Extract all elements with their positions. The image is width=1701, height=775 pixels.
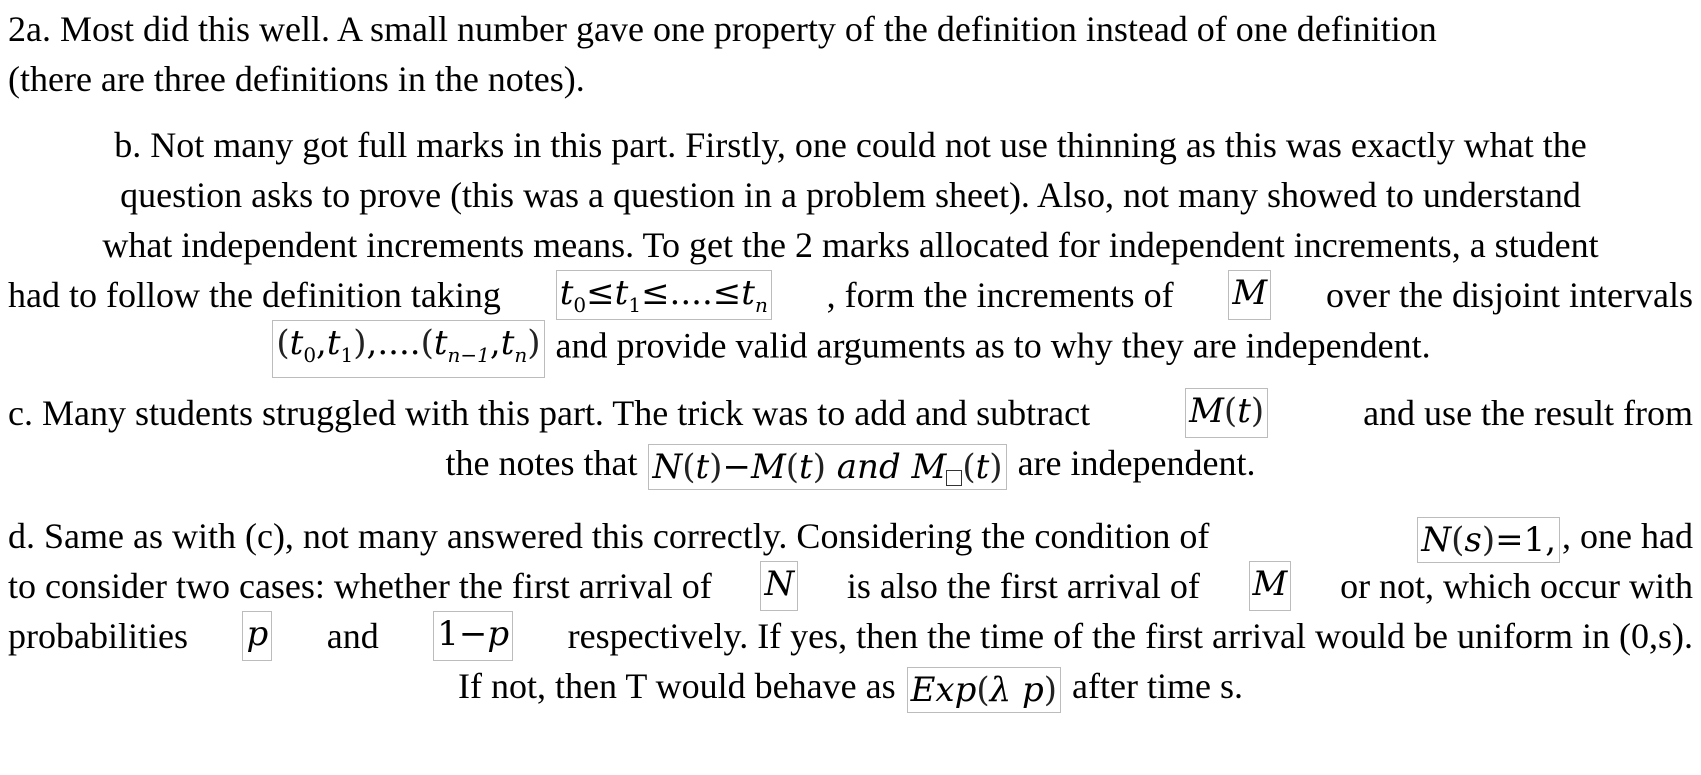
paragraph-2a-line-2: (there are three definitions in the note…: [8, 59, 585, 99]
paragraph-d-line-2-text-a: to consider two cases: whether the first…: [8, 566, 712, 606]
paragraph-d-line-2: to consider two cases: whether the first…: [0, 561, 1701, 611]
paragraph-d-line-4: If not, then T would behave as Exp(λ p) …: [0, 661, 1701, 713]
paragraph-d-line-3-text-c: respectively. If yes, then the time of t…: [567, 616, 1693, 656]
paragraph-d-line-3-text-a: probabilities: [8, 616, 188, 656]
paragraph-c-line-1-text-b: and use the result from: [1363, 393, 1693, 433]
paragraph-d-line-3-text-b: and: [326, 616, 379, 656]
paragraph-b: b. Not many got full marks in this part.…: [0, 120, 1701, 378]
paragraph-d-line-3: probabilities p and 1−p respectively. If…: [0, 611, 1701, 661]
paragraph-d-line-1-text-a: d. Same as with (c), not many answered t…: [8, 516, 1210, 556]
math-N-minus-M: N(t)−M(t) and M (t): [648, 443, 1007, 490]
paragraph-b-line-4: had to follow the definition taking t0≤t…: [0, 270, 1701, 320]
math-N: N: [760, 561, 799, 611]
paragraph-d-line-2-text-b: is also the first arrival of: [846, 566, 1200, 606]
paragraph-b-line-5-text: and provide valid arguments as to why th…: [555, 325, 1431, 366]
math-time-sequence: t0≤t1≤....≤tn: [555, 270, 772, 320]
paragraph-c-line-1: c. Many students struggled with this par…: [0, 388, 1701, 438]
paragraph-2a: 2a. Most did this well. A small number g…: [0, 4, 1701, 104]
paragraph-d-line-1: d. Same as with (c), not many answered t…: [0, 511, 1701, 563]
math-M-second: M: [1248, 561, 1292, 611]
paragraph-d: d. Same as with (c), not many answered t…: [0, 511, 1701, 713]
paragraph-d-line-4-text-b: after time s.: [1072, 666, 1243, 706]
paragraph-b-line-1: b. Not many got full marks in this part.…: [114, 125, 1587, 165]
paragraph-c-line-2: the notes that N(t)−M(t) and M (t) are in…: [0, 438, 1701, 490]
math-p: p: [242, 611, 273, 661]
math-intervals: (t0,t1),....(tn−1,tn): [272, 320, 545, 378]
math-exp-lambda-p: Exp(λ p): [906, 666, 1062, 713]
paragraph-b-line-4-text-c: over the disjoint intervals: [1326, 275, 1693, 315]
document-page: 2a. Most did this well. A small number g…: [0, 0, 1701, 775]
paragraph-c-line-2-text-b: are independent.: [1017, 443, 1256, 483]
paragraph-c-line-2-text-a: the notes that: [445, 443, 638, 483]
paragraph-d-line-1-text-b: , one had: [1562, 516, 1693, 556]
missing-glyph-icon: [946, 469, 963, 486]
paragraph-c-line-1-text-a: c. Many students struggled with this par…: [8, 393, 1091, 433]
paragraph-b-line-3: what independent increments means. To ge…: [102, 225, 1599, 265]
paragraph-b-line-2: question asks to prove (this was a quest…: [120, 175, 1581, 215]
paragraph-d-line-2-text-c: or not, which occur with: [1340, 566, 1693, 606]
math-M-of-t: M(t): [1185, 388, 1269, 438]
math-M: M: [1228, 270, 1272, 320]
paragraph-c: c. Many students struggled with this par…: [0, 388, 1701, 490]
math-N-of-s-equals-1: N(s)=1,: [1417, 516, 1561, 563]
paragraph-d-line-4-text-a: If not, then T would behave as: [458, 666, 896, 706]
paragraph-b-line-4-text-a: had to follow the definition taking: [8, 275, 501, 315]
paragraph-2a-line-1: 2a. Most did this well. A small number g…: [8, 9, 1437, 49]
paragraph-d-line-1-group: N(s)=1,, one had: [1415, 511, 1693, 563]
math-one-minus-p: 1−p: [433, 611, 514, 661]
paragraph-b-line-5: (t0,t1),....(tn−1,tn) and provide valid …: [0, 320, 1701, 378]
paragraph-b-line-4-text-b: , form the increments of: [826, 275, 1174, 315]
